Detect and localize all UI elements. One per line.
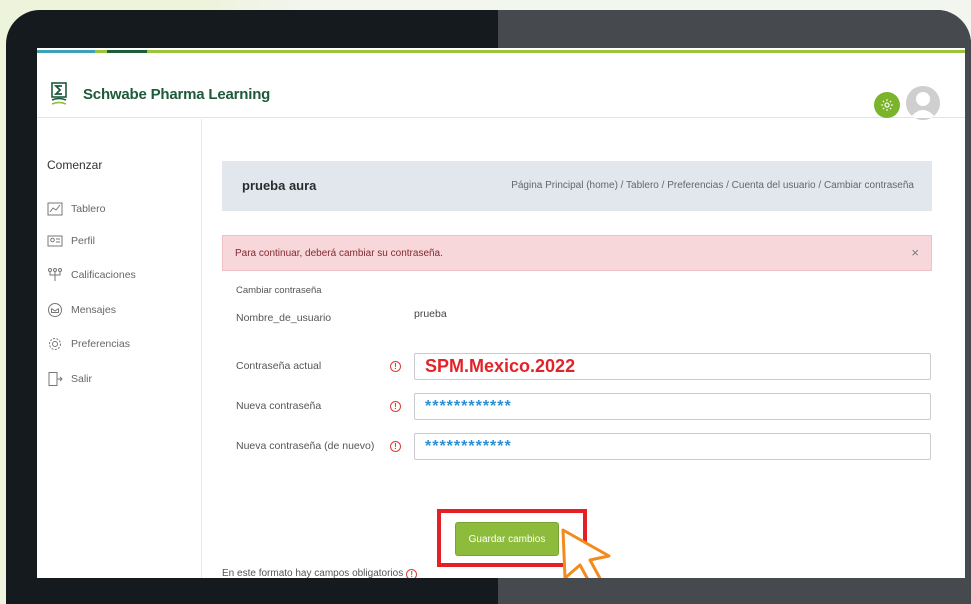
form-section-title: Cambiar contraseña [236, 285, 322, 296]
sidebar-item-mensajes[interactable]: Mensajes [47, 300, 116, 320]
save-changes-button[interactable]: Guardar cambios [455, 522, 559, 556]
browser-screen: Schwabe Pharma Learning Comenzar Tablero… [37, 48, 965, 578]
pointer-cursor-icon [561, 528, 611, 578]
gear-icon [881, 99, 893, 111]
page-title: prueba aura [242, 178, 317, 193]
sidebar-item-salir[interactable]: Salir [47, 369, 92, 389]
sidebar-item-tablero[interactable]: Tablero [47, 199, 105, 219]
schwabe-logo-icon[interactable] [51, 82, 67, 108]
user-avatar[interactable] [906, 86, 940, 120]
sidebar-item-label: Preferencias [71, 338, 130, 350]
required-fields-note: En este formato hay campos obligatorios! [222, 568, 418, 578]
top-accent-bar [37, 50, 965, 53]
page-header-box: prueba aura Página Principal (home) / Ta… [222, 161, 932, 211]
sidebar-title: Comenzar [47, 158, 103, 172]
current-password-label: Contraseña actual [236, 360, 322, 372]
username-value: prueba [414, 308, 447, 320]
brand-name[interactable]: Schwabe Pharma Learning [83, 86, 270, 103]
sidebar-item-perfil[interactable]: Perfil [47, 231, 95, 251]
new-password-label: Nueva contraseña [236, 400, 322, 412]
close-icon[interactable]: × [911, 245, 919, 260]
required-icon: ! [390, 361, 401, 372]
required-icon: ! [390, 441, 401, 452]
sidebar-item-label: Calificaciones [71, 269, 136, 281]
sidebar-item-label: Salir [71, 373, 93, 385]
site-header: Schwabe Pharma Learning [37, 54, 965, 120]
settings-button[interactable] [874, 92, 900, 118]
sidebar-item-label: Mensajes [71, 304, 116, 316]
dashboard-icon [47, 202, 63, 216]
sidebar-item-label: Perfil [71, 235, 95, 247]
exit-door-icon [48, 372, 63, 386]
main-content: prueba aura Página Principal (home) / Ta… [202, 119, 965, 578]
sidebar-item-preferencias[interactable]: Preferencias [47, 334, 130, 354]
alert-message: Para continuar, deberá cambiar su contra… [235, 248, 443, 259]
breadcrumb[interactable]: Página Principal (home) / Tablero / Pref… [511, 180, 914, 191]
alert-banner: Para continuar, deberá cambiar su contra… [222, 235, 932, 271]
grades-tree-icon [48, 268, 62, 281]
username-label: Nombre_de_usuario [236, 312, 332, 324]
confirm-password-input[interactable] [414, 433, 931, 460]
messages-icon [48, 303, 62, 317]
sidebar-nav: Comenzar Tablero Perfil Calificaciones M… [37, 119, 202, 578]
user-avatar-icon [906, 86, 940, 120]
device-frame: Schwabe Pharma Learning Comenzar Tablero… [6, 10, 971, 604]
confirm-password-label: Nueva contraseña (de nuevo) [236, 440, 375, 452]
gear-icon [49, 338, 61, 350]
current-password-input[interactable] [414, 353, 931, 380]
sidebar-item-label: Tablero [71, 203, 106, 215]
new-password-input[interactable] [414, 393, 931, 420]
required-icon: ! [406, 569, 418, 578]
required-icon: ! [390, 401, 401, 412]
profile-card-icon [47, 235, 63, 247]
sidebar-item-calificaciones[interactable]: Calificaciones [47, 265, 136, 285]
required-note-text: En este formato hay campos obligatorios [222, 568, 404, 578]
